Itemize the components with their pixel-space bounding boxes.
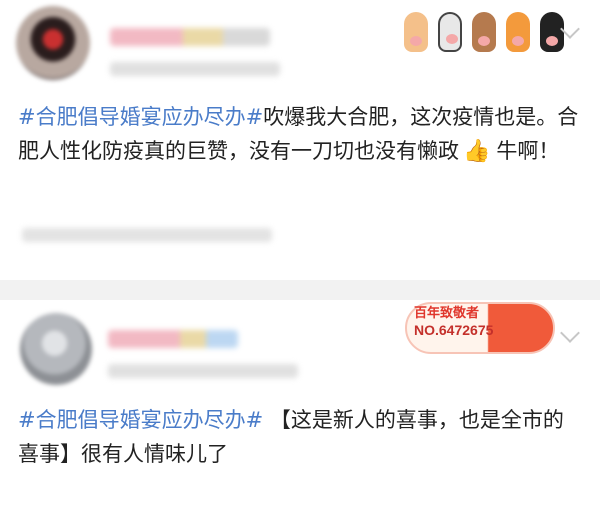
feed-divider xyxy=(0,280,600,300)
cat-paw-icon xyxy=(438,12,462,52)
cat-paw-icon xyxy=(540,12,564,52)
badge-number: NO.6472675 xyxy=(414,322,494,338)
username-blurred[interactable] xyxy=(110,28,270,46)
decoration-cat-paws xyxy=(404,12,564,52)
post-footer-blurred xyxy=(22,228,272,242)
topic-link[interactable]: #合肥倡导婚宴应办尽办# xyxy=(18,408,263,432)
post-meta-blurred xyxy=(108,364,298,378)
avatar[interactable] xyxy=(16,6,90,80)
feed-post-1: #合肥倡导婚宴应办尽办#吹爆我大合肥，这次疫情也是。合肥人性化防疫真的巨赞，没有… xyxy=(0,0,600,280)
avatar[interactable] xyxy=(20,313,92,385)
post-text: #合肥倡导婚宴应办尽办# 【这是新人的喜事，也是全市的喜事】很有人情味儿了 xyxy=(18,403,584,471)
post-tail-text: 牛啊！ xyxy=(496,139,560,163)
badge-title: 百年致敬者 xyxy=(414,306,480,321)
cat-paw-icon xyxy=(506,12,530,52)
post-text: #合肥倡导婚宴应办尽办#吹爆我大合肥，这次疫情也是。合肥人性化防疫真的巨赞，没有… xyxy=(18,100,584,169)
topic-link[interactable]: #合肥倡导婚宴应办尽办# xyxy=(18,105,263,129)
post-meta-blurred xyxy=(110,62,280,76)
thumbs-up-icon: 👍 xyxy=(463,139,491,164)
cat-paw-icon xyxy=(472,12,496,52)
username-blurred[interactable] xyxy=(108,330,238,348)
cat-paw-icon xyxy=(404,12,428,52)
